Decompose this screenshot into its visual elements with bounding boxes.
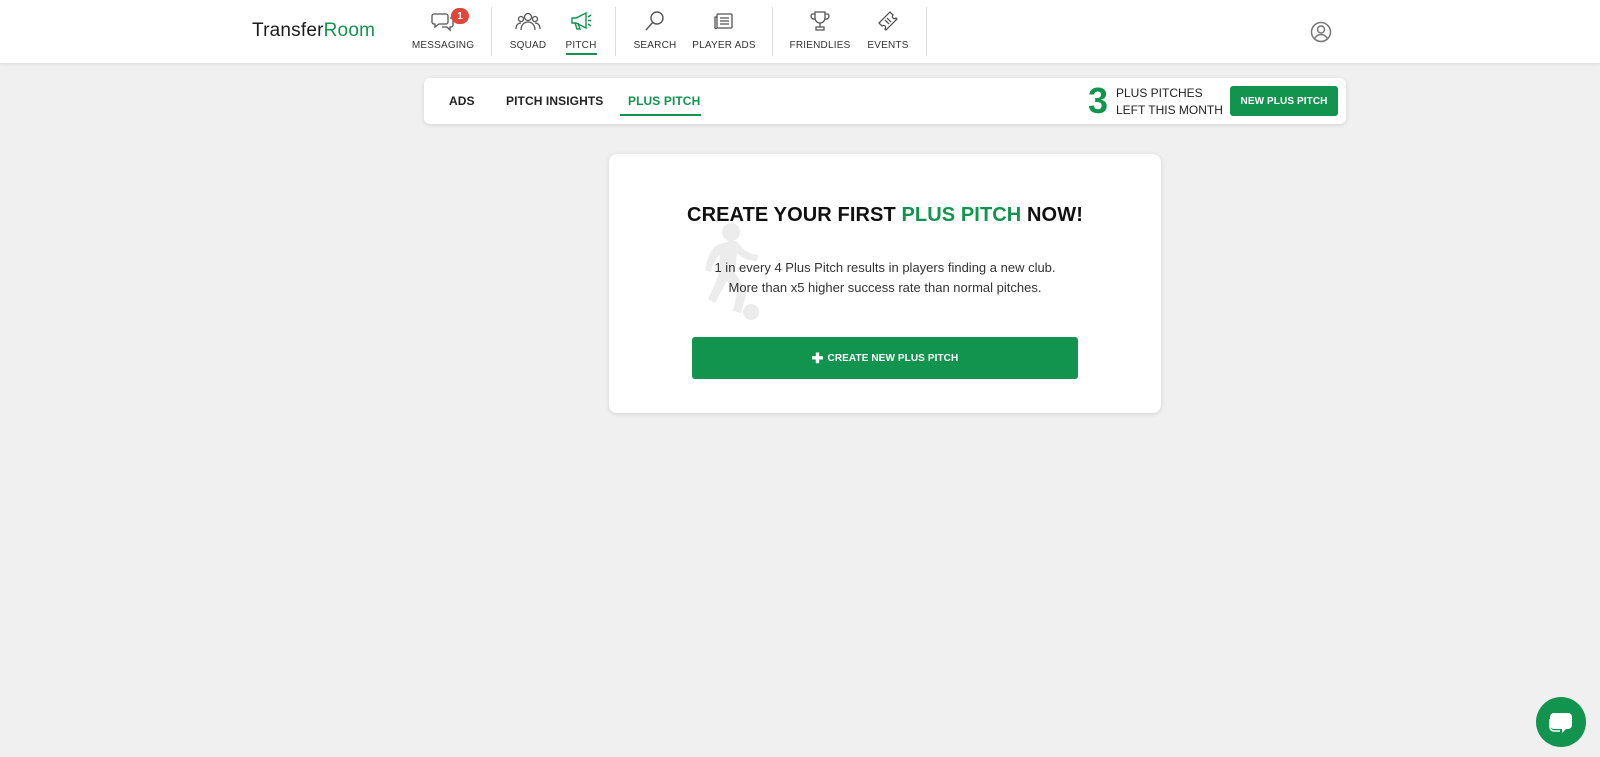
user-circle-icon[interactable] — [1310, 21, 1332, 43]
megaphone-icon — [567, 8, 595, 34]
description-line2: More than x5 higher success rate than no… — [728, 280, 1042, 295]
create-new-plus-pitch-button[interactable]: ✚ CREATE NEW PLUS PITCH — [692, 337, 1078, 379]
plus-pitches-left-line1: PLUS PITCHES — [1116, 86, 1203, 100]
nav-player-ads[interactable]: PLAYER ADS — [692, 8, 756, 56]
nav-squad-label: SQUAD — [509, 40, 547, 51]
newspaper-icon — [710, 8, 738, 34]
chat-icon[interactable] — [1536, 697, 1586, 747]
top-navigation-bar: TransferRoom MESSAGING 1 SQUAD PITCH SEA… — [0, 0, 1600, 64]
title-part1: CREATE YOUR FIRST — [687, 204, 902, 226]
nav-friendlies-label: FRIENDLIES — [789, 40, 851, 51]
nav-divider — [615, 7, 616, 56]
trophy-icon — [806, 8, 834, 34]
transferroom-logo[interactable]: TransferRoom — [252, 20, 375, 42]
logo-text-part1: Transfer — [252, 20, 324, 41]
nav-search-label: SEARCH — [633, 40, 677, 51]
tab-pitch-insights[interactable]: PITCH INSIGHTS — [506, 78, 603, 124]
nav-events-label: EVENTS — [867, 40, 909, 51]
plus-pitches-left-count: 3 — [1088, 80, 1109, 121]
nav-squad[interactable]: SQUAD — [508, 8, 548, 56]
nav-divider — [491, 7, 492, 56]
nav-divider — [926, 7, 927, 56]
active-tab-indicator — [620, 114, 701, 116]
nav-pitch[interactable]: PITCH — [563, 8, 599, 56]
nav-pitch-label: PITCH — [565, 40, 597, 55]
magnifier-icon — [641, 8, 669, 34]
empty-state-description: 1 in every 4 Plus Pitch results in playe… — [609, 258, 1161, 298]
nav-friendlies[interactable]: FRIENDLIES — [790, 8, 850, 56]
plus-pitches-left-label: PLUS PITCHES LEFT THIS MONTH — [1116, 85, 1223, 119]
plus-pitch-empty-state-card: CREATE YOUR FIRST PLUS PITCH NOW! 1 in e… — [609, 154, 1161, 413]
create-button-label: CREATE NEW PLUS PITCH — [827, 352, 959, 364]
new-plus-pitch-button[interactable]: NEW PLUS PITCH — [1230, 86, 1338, 116]
title-highlight: PLUS PITCH — [901, 204, 1022, 226]
nav-player-ads-label: PLAYER ADS — [692, 40, 756, 51]
title-part2: NOW! — [1021, 204, 1083, 226]
tab-ads[interactable]: ADS — [449, 78, 475, 124]
nav-search[interactable]: SEARCH — [633, 8, 677, 56]
logo-text-part2: Room — [323, 20, 376, 41]
description-line1: 1 in every 4 Plus Pitch results in playe… — [714, 260, 1056, 275]
ticket-icon — [874, 8, 902, 34]
plus-pitches-left-line2: LEFT THIS MONTH — [1116, 103, 1223, 117]
messaging-unread-badge: 1 — [451, 8, 469, 24]
empty-state-title: CREATE YOUR FIRST PLUS PITCH NOW! — [609, 204, 1161, 227]
plus-icon: ✚ — [811, 350, 824, 366]
people-icon — [514, 8, 542, 34]
tab-plus-pitch[interactable]: PLUS PITCH — [628, 78, 700, 124]
nav-divider — [772, 7, 773, 56]
nav-messaging-label: MESSAGING — [411, 40, 475, 51]
nav-events[interactable]: EVENTS — [866, 8, 910, 56]
